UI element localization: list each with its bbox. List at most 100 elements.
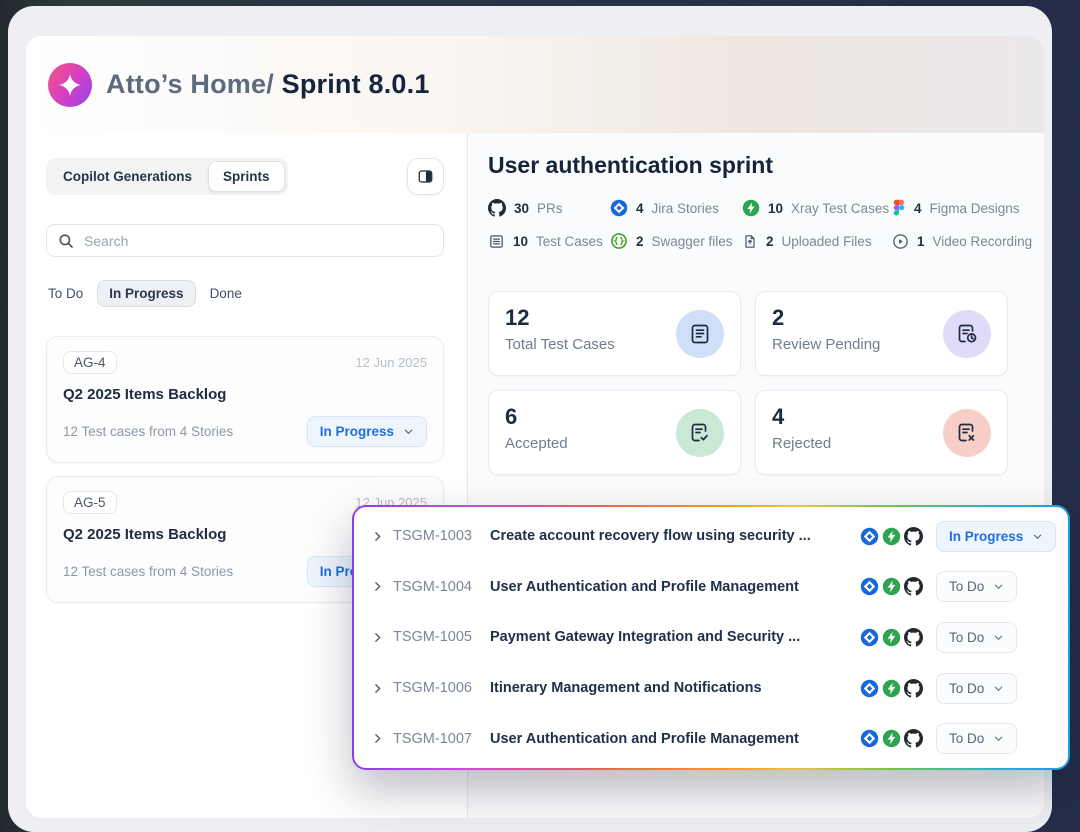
chevron-right-icon[interactable] <box>371 682 393 695</box>
xray-icon <box>882 679 901 698</box>
card-subtitle: 12 Test cases from 4 Stories <box>63 424 233 439</box>
task-status-dropdown[interactable]: To Do <box>936 723 1017 754</box>
stat-jira-stories: 4Jira Stories <box>610 199 742 217</box>
task-row-tsgm-1004[interactable]: TSGM-1004 User Authentication and Profil… <box>354 562 1068 613</box>
app-header: Atto’s Home/ Sprint 8.0.1 <box>26 36 1044 133</box>
task-title: User Authentication and Profile Manageme… <box>490 731 860 747</box>
search-input[interactable] <box>84 233 433 249</box>
search-bar <box>46 224 444 257</box>
task-id: TSGM-1004 <box>393 579 490 595</box>
task-status-dropdown[interactable]: To Do <box>936 622 1017 653</box>
chevron-right-icon[interactable] <box>371 631 393 644</box>
xray-icon <box>882 729 901 748</box>
breadcrumb: Atto’s Home/ <box>106 69 274 99</box>
sidebar-toggle-button[interactable] <box>407 158 444 195</box>
file-text-icon <box>688 322 712 346</box>
task-source-icons <box>860 577 936 596</box>
task-row-tsgm-1005[interactable]: TSGM-1005 Payment Gateway Integration an… <box>354 612 1068 663</box>
card-subtitle: 12 Test cases from 4 Stories <box>63 564 233 579</box>
chevron-right-icon[interactable] <box>371 530 393 543</box>
filter-done[interactable]: Done <box>210 286 242 301</box>
sparkle-icon <box>57 72 83 98</box>
xray-icon <box>882 577 901 596</box>
file-check-icon <box>688 421 712 445</box>
task-title: Payment Gateway Integration and Security… <box>490 629 860 645</box>
task-status-dropdown[interactable]: To Do <box>936 571 1017 602</box>
sidebar-toggle-icon <box>417 168 434 185</box>
test-cases-icon <box>488 233 505 250</box>
xray-icon <box>742 199 760 217</box>
github-icon <box>488 199 506 217</box>
task-source-icons <box>860 628 936 647</box>
chevron-down-icon <box>993 733 1004 744</box>
task-title: Create account recovery flow using secur… <box>490 528 860 544</box>
card-status-dropdown[interactable]: In Progress <box>307 416 427 447</box>
github-icon <box>904 577 923 596</box>
chevron-down-icon <box>993 632 1004 643</box>
jira-icon <box>860 577 879 596</box>
chevron-right-icon[interactable] <box>371 580 393 593</box>
github-icon <box>904 527 923 546</box>
task-source-icons <box>860 729 936 748</box>
task-id: TSGM-1003 <box>393 528 490 544</box>
task-id: TSGM-1007 <box>393 731 490 747</box>
search-icon <box>57 232 75 250</box>
figma-icon <box>892 199 906 217</box>
card-id-badge: AG-5 <box>63 491 117 514</box>
task-status-dropdown[interactable]: In Progress <box>936 521 1056 552</box>
task-id: TSGM-1005 <box>393 629 490 645</box>
chevron-down-icon <box>993 581 1004 592</box>
xray-icon <box>882 527 901 546</box>
github-icon <box>904 729 923 748</box>
file-x-icon <box>955 421 979 445</box>
task-title: User Authentication and Profile Manageme… <box>490 579 860 595</box>
task-title: Itinerary Management and Notifications <box>490 680 860 696</box>
stats-row-2: 10Test Cases 2Swagger files 2Uploaded Fi… <box>488 232 1032 250</box>
filter-todo[interactable]: To Do <box>48 286 83 301</box>
github-icon <box>904 628 923 647</box>
task-row-tsgm-1006[interactable]: TSGM-1006 Itinerary Management and Notif… <box>354 663 1068 714</box>
chevron-down-icon <box>993 683 1004 694</box>
tab-copilot-generations[interactable]: Copilot Generations <box>49 161 206 192</box>
task-row-tsgm-1003[interactable]: TSGM-1003 Create account recovery flow u… <box>354 511 1068 562</box>
card-id-badge: AG-4 <box>63 351 117 374</box>
filter-in-progress[interactable]: In Progress <box>97 280 195 307</box>
stat-xray-test-cases: 10Xray Test Cases <box>742 199 892 217</box>
summary-card-review-pending: 2 Review Pending <box>755 291 1008 376</box>
summary-card-total: 12 Total Test Cases <box>488 291 741 376</box>
chevron-down-icon <box>403 426 414 437</box>
file-clock-icon <box>955 322 979 346</box>
swagger-icon <box>610 232 628 250</box>
jira-icon <box>610 199 628 217</box>
task-status-dropdown[interactable]: To Do <box>936 673 1017 704</box>
chevron-right-icon[interactable] <box>371 732 393 745</box>
tab-sprints[interactable]: Sprints <box>208 161 285 192</box>
task-list-overlay: TSGM-1003 Create account recovery flow u… <box>352 505 1070 770</box>
xray-icon <box>882 628 901 647</box>
page-title: Atto’s Home/ Sprint 8.0.1 <box>106 69 430 100</box>
stat-figma-designs: 4Figma Designs <box>892 199 1020 217</box>
stat-test-cases: 10Test Cases <box>488 233 610 250</box>
task-source-icons <box>860 679 936 698</box>
stats-row-1: 30PRs 4Jira Stories 10Xray Test Cases 4F… <box>488 199 1020 217</box>
card-date: 12 Jun 2025 <box>355 355 427 370</box>
chevron-down-icon <box>1032 531 1043 542</box>
jira-icon <box>860 527 879 546</box>
sprint-card-ag4[interactable]: AG-4 12 Jun 2025 Q2 2025 Items Backlog 1… <box>46 336 444 463</box>
jira-icon <box>860 679 879 698</box>
sprint-title: User authentication sprint <box>488 152 773 179</box>
stat-uploaded-files: 2Uploaded Files <box>742 233 892 250</box>
current-sprint-title: Sprint 8.0.1 <box>274 69 430 99</box>
stat-swagger-files: 2Swagger files <box>610 232 742 250</box>
card-title: Q2 2025 Items Backlog <box>63 386 427 403</box>
status-filters: To Do In Progress Done <box>48 280 242 307</box>
task-id: TSGM-1006 <box>393 680 490 696</box>
jira-icon <box>860 729 879 748</box>
summary-card-accepted: 6 Accepted <box>488 390 741 475</box>
task-row-tsgm-1007[interactable]: TSGM-1007 User Authentication and Profil… <box>354 713 1068 764</box>
summary-card-rejected: 4 Rejected <box>755 390 1008 475</box>
app-logo <box>48 63 92 107</box>
video-icon <box>892 233 909 250</box>
jira-icon <box>860 628 879 647</box>
stat-prs: 30PRs <box>488 199 610 217</box>
